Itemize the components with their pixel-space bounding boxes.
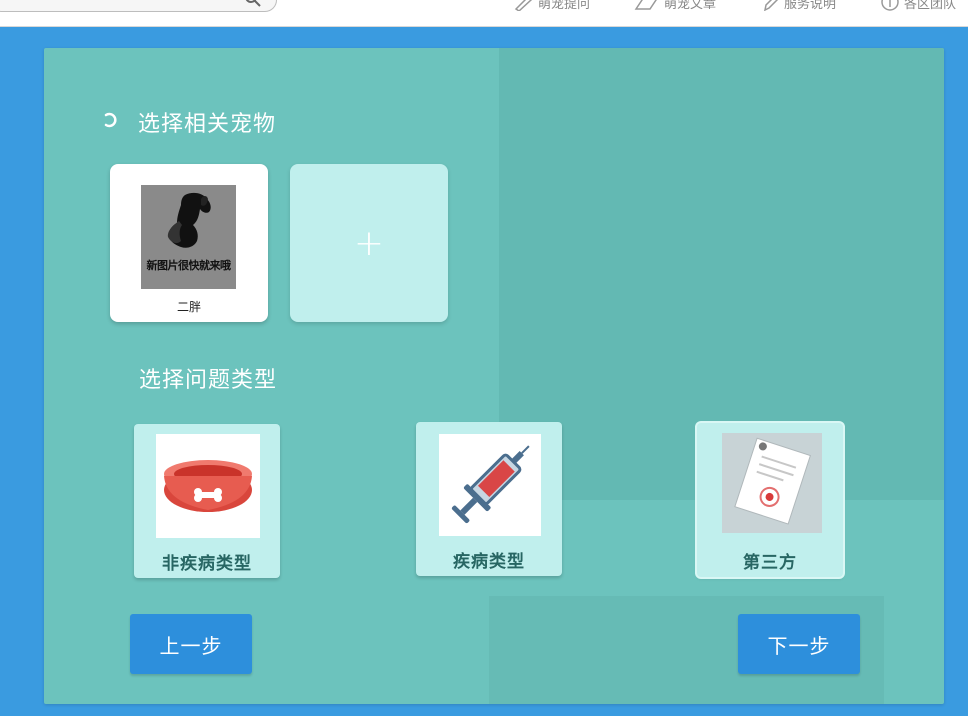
problem-type-disease[interactable]: 疾病类型 bbox=[416, 422, 562, 576]
pen-icon bbox=[514, 0, 533, 11]
problem-type-label: 疾病类型 bbox=[453, 552, 525, 572]
select-problem-type-title: 选择问题类型 bbox=[139, 368, 278, 393]
nav-link-label: 服务说明 bbox=[784, 0, 837, 12]
document-icon bbox=[722, 433, 822, 533]
pet-photo-placeholder: 新图片很快就来哦 bbox=[141, 185, 236, 289]
problem-type-label: 第三方 bbox=[743, 553, 797, 573]
next-step-button[interactable]: 下一步 bbox=[738, 614, 860, 674]
plus-icon: + bbox=[353, 222, 385, 264]
pet-silhouette-icon bbox=[167, 192, 211, 248]
question-form-panel: 选择相关宠物 新图片很快就来哦 二胖 + 选择问题类型 非疾病类型 疾病类型 第… bbox=[44, 48, 944, 704]
nav-link-label: 各区团队 bbox=[904, 0, 957, 12]
syringe-icon bbox=[439, 434, 541, 536]
add-pet-button[interactable]: + bbox=[290, 164, 448, 322]
top-navigation-bar: 萌宠提问 萌宠文章 服务说明 各区团队 bbox=[0, 0, 968, 27]
nav-link-label: 萌宠文章 bbox=[664, 0, 717, 12]
nav-link-pet-questions[interactable]: 萌宠提问 bbox=[514, 0, 590, 12]
nav-link-regional-teams[interactable]: 各区团队 bbox=[880, 0, 956, 12]
pet-bowl-icon bbox=[156, 434, 260, 538]
pet-card[interactable]: 新图片很快就来哦 二胖 bbox=[110, 164, 268, 322]
select-pet-title: 选择相关宠物 bbox=[138, 112, 277, 137]
pet-name: 二胖 bbox=[176, 300, 201, 314]
refresh-icon bbox=[104, 112, 117, 128]
problem-type-third-party[interactable]: 第三方 bbox=[697, 423, 843, 577]
nav-link-service-info[interactable]: 服务说明 bbox=[762, 0, 836, 12]
nav-link-label: 萌宠提问 bbox=[538, 0, 591, 12]
pencil-icon bbox=[764, 0, 779, 11]
prev-step-button[interactable]: 上一步 bbox=[130, 614, 252, 674]
nav-link-pet-articles[interactable]: 萌宠文章 bbox=[634, 0, 716, 12]
pet-photo-caption: 新图片很快就来哦 bbox=[146, 259, 232, 272]
book-icon bbox=[634, 0, 657, 10]
problem-type-label: 非疾病类型 bbox=[162, 554, 252, 574]
search-icon[interactable] bbox=[244, 0, 262, 8]
info-icon bbox=[881, 0, 899, 11]
search-input[interactable] bbox=[0, 0, 277, 12]
problem-type-non-disease[interactable]: 非疾病类型 bbox=[134, 424, 280, 578]
